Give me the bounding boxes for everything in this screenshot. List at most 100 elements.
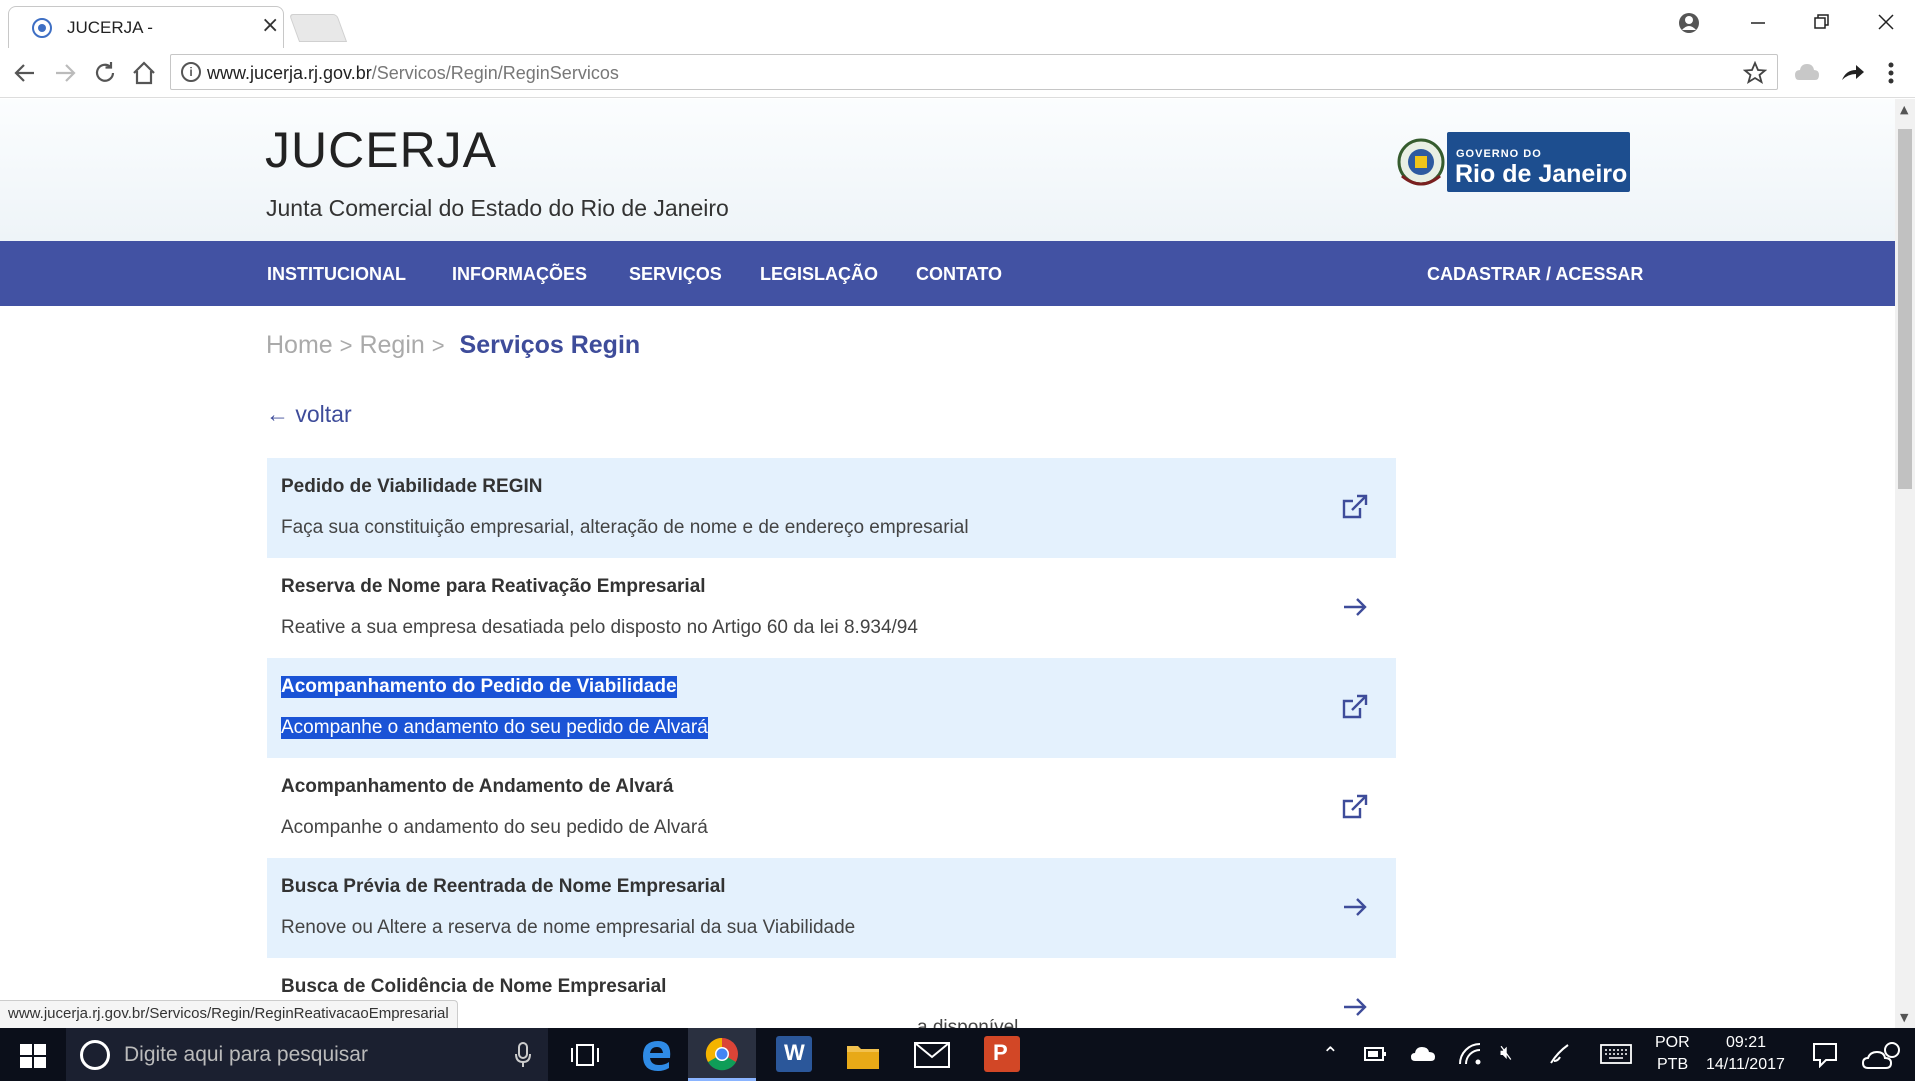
service-title: Busca Prévia de Reentrada de Nome Empres… [281,876,726,897]
reload-icon[interactable] [92,60,118,86]
scroll-down-icon[interactable]: ▼ [1900,1011,1908,1024]
service-title: Reserva de Nome para Reativação Empresar… [281,576,706,597]
service-title: Busca de Colidência de Nome Empresarial [281,976,667,997]
taskbar-search-input[interactable]: Digite aqui para pesquisar [124,1043,368,1067]
page-scrollbar[interactable]: ▲ ▼ [1895,99,1915,1028]
services-list: Pedido de Viabilidade REGIN Faça sua con… [267,458,1396,1028]
site-header: JUCERJA Junta Comercial do Estado do Rio… [0,99,1895,241]
new-tab-button[interactable] [288,14,348,42]
nav-legislacao[interactable]: LEGISLAÇÃO [760,264,878,285]
nav-contato[interactable]: CONTATO [916,264,1002,285]
site-subtitle: Junta Comercial do Estado do Rio de Jane… [266,195,729,221]
input-lang-bottom[interactable]: PTB [1657,1056,1688,1074]
arrow-right-icon[interactable] [1340,892,1370,922]
edge-browser-icon[interactable] [640,1038,674,1072]
breadcrumb-separator: > [431,333,445,358]
external-link-icon[interactable] [1340,492,1370,522]
service-title: Acompanhamento do Pedido de Viabilidade [281,676,677,698]
battery-icon[interactable] [1364,1044,1388,1064]
tab-close-icon[interactable]: × [261,15,279,37]
chrome-menu-icon[interactable] [1886,60,1896,86]
wifi-icon[interactable] [1458,1042,1482,1066]
tray-chevron-up-icon[interactable]: ⌃ [1322,1042,1339,1067]
breadcrumb-separator: > [339,333,353,358]
taskbar-chrome-active[interactable] [688,1028,756,1081]
scroll-thumb[interactable] [1898,129,1912,489]
service-desc: a disponível [917,1017,1019,1028]
gov-rj-logo[interactable]: GOVERNO DO Rio de Janeiro [1396,132,1630,192]
nav-informacoes[interactable]: INFORMAÇÕES [452,264,587,285]
service-item-reserva-nome[interactable]: Reserva de Nome para Reativação Empresar… [267,558,1396,658]
home-icon[interactable] [130,59,158,87]
browser-tab-bar: JUCERJA - × [0,0,1915,48]
scroll-up-icon[interactable]: ▲ [1900,103,1908,116]
minimize-icon[interactable] [1748,12,1768,32]
address-bar[interactable]: i www.jucerja.rj.gov.br/Servicos/Regin/R… [170,54,1778,90]
forward-arrow-icon[interactable] [52,60,78,86]
volume-muted-icon[interactable]: 🔇︎ [1500,1042,1513,1065]
service-item-acompanhamento-viabilidade[interactable]: Acompanhamento do Pedido de Viabilidade … [267,658,1396,758]
rj-coat-of-arms-icon [1397,138,1445,186]
service-title: Pedido de Viabilidade REGIN [281,476,543,497]
service-desc: Acompanhe o andamento do seu pedido de A… [281,717,708,739]
profile-icon[interactable] [1678,12,1700,34]
jucerja-favicon-icon [32,18,52,38]
external-link-icon[interactable] [1340,692,1370,722]
site-info-icon[interactable]: i [181,62,201,82]
word-icon[interactable]: W [776,1036,812,1072]
service-desc: Renove ou Altere a reserva de nome empre… [281,917,856,938]
site-title[interactable]: JUCERJA [265,121,497,179]
onedrive-icon[interactable] [1410,1042,1436,1064]
microphone-icon[interactable] [514,1042,532,1068]
nav-cadastrar-acessar[interactable]: CADASTRAR / ACESSAR [1427,264,1643,285]
input-lang-top[interactable]: POR [1655,1034,1690,1052]
close-window-icon[interactable] [1876,12,1896,32]
breadcrumb-home[interactable]: Home [266,331,333,359]
breadcrumb: Home > Regin > Serviços Regin [266,331,640,360]
chrome-icon [705,1037,738,1071]
clock-date[interactable]: 14/11/2017 [1706,1056,1785,1074]
service-title: Acompanhamento de Andamento de Alvará [281,776,674,797]
service-desc: Acompanhe o andamento do seu pedido de A… [281,817,708,838]
browser-toolbar: i www.jucerja.rj.gov.br/Servicos/Regin/R… [0,48,1915,98]
powerpoint-icon[interactable]: P [984,1036,1020,1072]
address-url: www.jucerja.rj.gov.br/Servicos/Regin/Reg… [207,63,619,84]
arrow-right-icon[interactable] [1340,992,1370,1022]
weather-icon[interactable] [1862,1038,1906,1072]
page-viewport: JUCERJA Junta Comercial do Estado do Rio… [0,99,1895,1028]
windows-taskbar: Digite aqui para pesquisar W P ⌃ 🔇︎ POR … [0,1028,1915,1081]
gov-big-text: Rio de Janeiro [1455,160,1628,188]
back-arrow-icon[interactable] [12,60,38,86]
mail-icon[interactable] [914,1042,950,1068]
file-explorer-icon[interactable] [846,1040,880,1070]
share-arrow-icon[interactable] [1840,60,1866,86]
back-link[interactable]: ← voltar [266,401,352,428]
tab-title: JUCERJA - [67,18,153,37]
drive-extension-icon[interactable] [1794,60,1820,86]
notifications-icon[interactable] [1812,1042,1838,1068]
service-desc: Faça sua constituição empresarial, alter… [281,517,969,538]
taskbar-search[interactable]: Digite aqui para pesquisar [66,1028,548,1081]
task-view-icon[interactable] [570,1042,600,1068]
status-url-bubble: www.jucerja.rj.gov.br/Servicos/Regin/Reg… [0,1000,458,1028]
external-link-icon[interactable] [1340,792,1370,822]
pen-ink-icon[interactable] [1548,1042,1572,1066]
gov-rj-badge: GOVERNO DO Rio de Janeiro [1447,132,1630,192]
bookmark-star-icon[interactable] [1743,61,1767,85]
cortana-icon [80,1040,110,1070]
touch-keyboard-icon[interactable] [1600,1044,1632,1064]
restore-icon[interactable] [1812,12,1832,32]
service-item-busca-reentrada[interactable]: Busca Prévia de Reentrada de Nome Empres… [267,858,1396,958]
main-navbar: INSTITUCIONAL INFORMAÇÕES SERVIÇOS LEGIS… [0,241,1895,306]
gov-small-text: GOVERNO DO [1456,148,1542,160]
nav-institucional[interactable]: INSTITUCIONAL [267,264,406,285]
browser-tab[interactable]: JUCERJA - × [8,6,284,48]
service-item-andamento-alvara[interactable]: Acompanhamento de Andamento de Alvará Ac… [267,758,1396,858]
nav-servicos[interactable]: SERVIÇOS [629,264,722,285]
service-desc: Reative a sua empresa desatiada pelo dis… [281,617,918,638]
windows-start-icon[interactable] [20,1044,46,1068]
service-item-pedido-viabilidade[interactable]: Pedido de Viabilidade REGIN Faça sua con… [267,458,1396,558]
breadcrumb-regin[interactable]: Regin [359,331,424,359]
arrow-right-icon[interactable] [1340,592,1370,622]
clock-time[interactable]: 09:21 [1726,1034,1766,1052]
